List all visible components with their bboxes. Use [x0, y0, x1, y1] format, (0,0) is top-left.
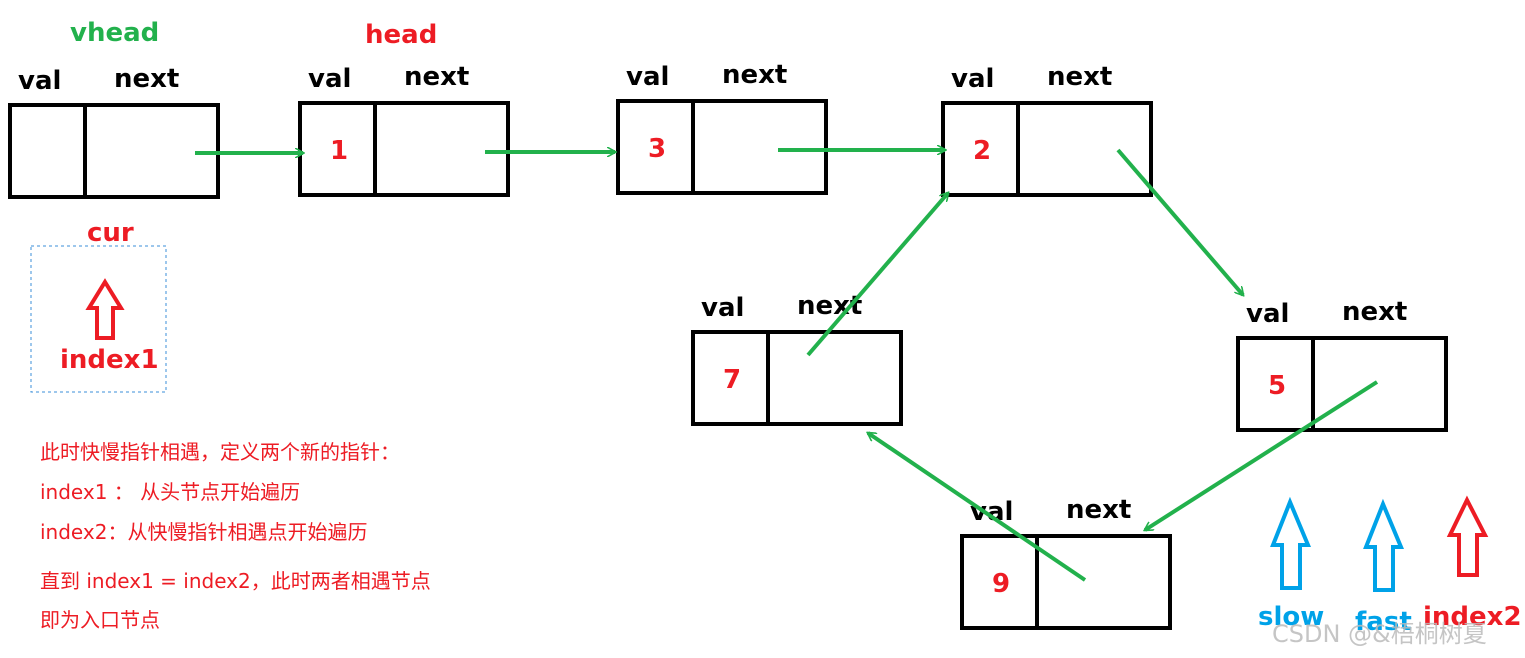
node-value: 2: [973, 136, 991, 166]
val-field-label: val: [970, 497, 1013, 527]
fast-arrow-icon: [1363, 498, 1405, 592]
note-line: 即为入口节点: [40, 608, 160, 632]
index1-arrow-icon: [85, 278, 125, 340]
node-value: 7: [723, 365, 741, 395]
list-node: val next 9: [960, 495, 1172, 630]
node-value: 3: [648, 134, 666, 164]
list-node: val next: [8, 64, 220, 199]
note-line: 此时快慢指针相遇，定义两个新的指针：: [40, 440, 400, 464]
linked-list-diagram: val next val next1val next3val next2val next5v…: [8, 18, 1522, 648]
next-field-label: next: [1066, 495, 1131, 525]
next-field-label: next: [114, 64, 179, 94]
list-node: val next7: [691, 291, 903, 426]
node-value: 5: [1268, 371, 1286, 401]
val-field-label: val: [951, 64, 994, 94]
next-field-label: next: [1047, 62, 1112, 92]
val-field-label: val: [626, 62, 669, 92]
head-label: head: [365, 20, 437, 50]
next-pointer-arrow: [1145, 380, 1379, 532]
next-field-label: next: [1342, 297, 1407, 327]
node-value: 1: [330, 136, 348, 166]
val-field-label: val: [18, 66, 61, 96]
next-field-label: next: [722, 60, 787, 90]
list-node: val next 3: [616, 60, 828, 195]
vhead-label: vhead: [70, 18, 159, 48]
list-node: val next 1: [298, 62, 510, 197]
val-field-label: val: [701, 293, 744, 323]
index1-label: index1: [60, 345, 159, 375]
note-line: 直到 index1 = index2，此时两者相遇节点: [40, 569, 431, 593]
next-field-label: next: [404, 62, 469, 92]
slow-arrow-icon: [1270, 496, 1312, 590]
next-pointer-arrow: [1116, 148, 1243, 295]
note-line: index2：从快慢指针相遇点开始遍历: [40, 520, 368, 544]
index2-arrow-icon: [1446, 495, 1489, 577]
node-value: 9: [992, 569, 1010, 599]
note-line: index1 ： 从头节点开始遍历: [40, 480, 301, 504]
val-field-label: val: [308, 64, 351, 94]
watermark: CSDN @&梧桐树夏: [1272, 620, 1487, 648]
list-node: val next 5: [1236, 297, 1448, 432]
cur-label: cur: [87, 218, 134, 248]
list-node: val next 2: [941, 62, 1153, 197]
val-field-label: val: [1246, 299, 1289, 329]
next-pointer-arrow: [868, 431, 1087, 582]
node-box: [8, 103, 220, 199]
